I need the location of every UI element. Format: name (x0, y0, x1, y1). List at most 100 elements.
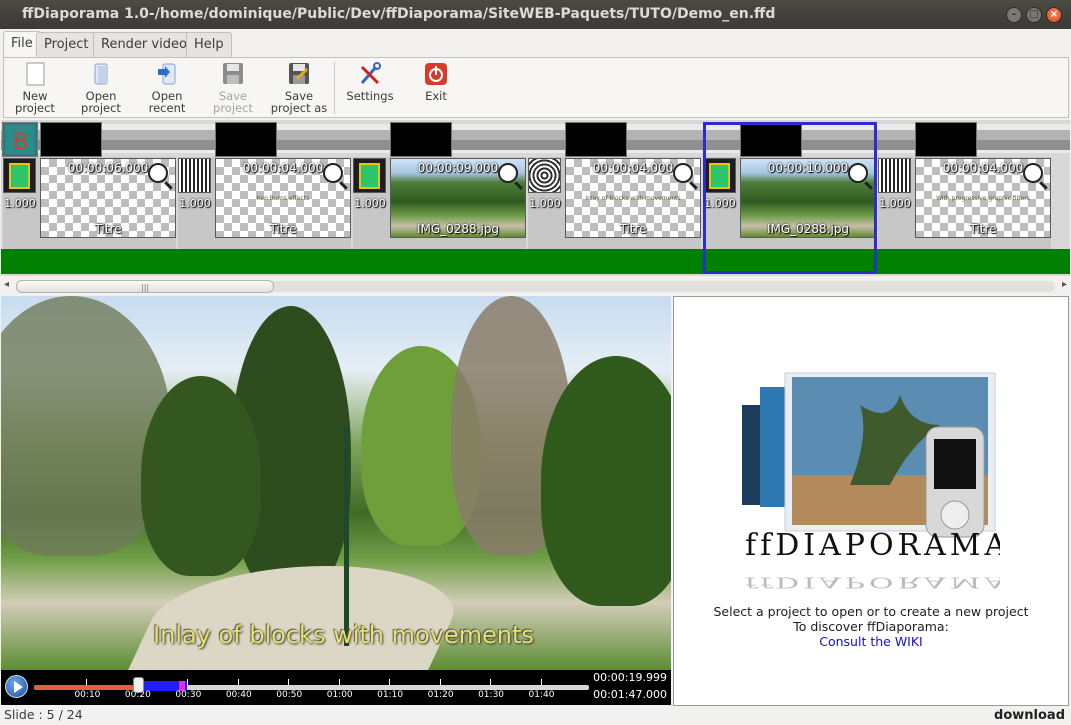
settings-label: Settings (346, 89, 394, 103)
music-cell[interactable] (215, 122, 277, 157)
zoom-icon[interactable] (323, 163, 343, 183)
seek-tick (389, 679, 391, 685)
svg-text:ffDIAPORAMA: ffDIAPORAMA (745, 528, 1000, 563)
new-document-icon (23, 61, 47, 87)
maximize-icon: □ (1029, 9, 1039, 20)
open-recent-label: Open recent (148, 89, 186, 115)
preview-caption: Inlay of blocks with movements (153, 621, 534, 649)
zoom-icon[interactable] (498, 163, 518, 183)
transition-duration: 1.000 (529, 197, 561, 210)
save-project-label: Save project (213, 89, 253, 115)
tools-icon (358, 61, 382, 87)
selected-slide-frame (703, 122, 877, 274)
seek-tick-label: 01:00 (326, 690, 353, 700)
transition-thumbnail[interactable] (178, 158, 211, 193)
new-project-button[interactable]: New project (2, 61, 68, 114)
transition-duration: 1.000 (879, 197, 911, 210)
maximize-button[interactable]: □ (1026, 7, 1042, 23)
slide-name: IMG_0288.jpg (416, 222, 500, 236)
scroll-left-icon[interactable]: ◂ (4, 279, 9, 290)
zoom-icon[interactable] (673, 163, 693, 183)
open-recent-button[interactable]: Open recent (134, 61, 200, 114)
close-button[interactable]: × (1046, 7, 1062, 23)
save-project-as-button[interactable]: Save project as (266, 61, 332, 114)
seek-tick-label: 01:40 (528, 690, 555, 700)
open-recent-icon (155, 61, 179, 87)
project-logo-cell[interactable]: B (2, 122, 38, 157)
park-path (125, 566, 477, 670)
slide-thumbnail[interactable]: 00:00:04.000 Inlay of blocks with movemen… (565, 158, 701, 238)
tree-shape (141, 376, 261, 576)
zoom-icon[interactable] (148, 163, 168, 183)
save-as-icon (287, 61, 311, 87)
seek-tick-label: 01:30 (478, 690, 505, 700)
music-cell[interactable] (565, 122, 627, 157)
slide-thumbnail[interactable]: 00:00:04.000 With progressive graphic fil… (915, 158, 1051, 238)
transition-arrow-icon (359, 163, 380, 189)
watermark: download (994, 708, 1065, 723)
sound-track-bar (1, 249, 1070, 274)
svg-text:ffDIAPORAMA: ffDIAPORAMA (745, 574, 1000, 592)
svg-text:B: B (13, 130, 28, 155)
save-project-as-label: Save project as (270, 89, 328, 115)
exit-button[interactable]: Exit (403, 61, 469, 102)
music-cell[interactable] (915, 122, 977, 157)
tab-project[interactable]: Project (36, 32, 97, 57)
seek-tick (540, 679, 542, 685)
minimize-button[interactable]: - (1006, 7, 1022, 23)
player-controls: 00:10 00:20 00:30 00:40 00:50 01:00 01:10 01:20… (1, 670, 671, 705)
slide-subtitle: Inlay of blocks with movements (585, 195, 681, 202)
transition-arrow-icon (9, 163, 30, 189)
slide-name: Titre (94, 222, 122, 236)
music-cell[interactable] (390, 122, 452, 157)
slide-subtitle: With progressive graphic filters (936, 195, 1030, 202)
slide-counter: Slide : 5 / 24 (4, 707, 83, 722)
seek-tick-label: 00:10 (74, 690, 101, 700)
ffdiaporama-logo: ffDIAPORAMA ffDIAPORAMA ffDiaporama (740, 365, 1006, 605)
lamp-post (344, 426, 349, 646)
project-icon: B (5, 125, 35, 155)
transition-thumbnail[interactable] (528, 158, 561, 193)
seek-tick-label: 01:10 (377, 690, 404, 700)
scroll-thumb[interactable]: ||| (16, 280, 274, 293)
window-title: ffDiaporama 1.0-/home/dominique/Public/D… (22, 6, 776, 22)
status-bar: Slide : 5 / 24 download (0, 706, 1071, 725)
slide-thumbnail[interactable]: 00:00:09.000 IMG_0288.jpg (390, 158, 526, 238)
music-cell[interactable] (40, 122, 102, 157)
timeline[interactable]: B 1.000 00:00:06.000 Titre 1.000 00:00:04.00… (1, 120, 1070, 276)
seek-tick (288, 679, 290, 685)
transition-thumbnail[interactable] (3, 158, 36, 193)
seek-tick (338, 679, 340, 685)
total-time: 00:01:47.000 (593, 688, 667, 701)
slide-thumbnail[interactable]: 00:00:06.000 Titre (40, 158, 176, 238)
info-line-2: To discover ffDiaporama: (793, 619, 949, 634)
timeline-scrollbar[interactable]: ◂ ||| ▸ (2, 278, 1069, 295)
slide-name: Titre (269, 222, 297, 236)
play-button[interactable] (5, 675, 28, 698)
seek-tick-label: 01:20 (427, 690, 454, 700)
info-panel: ffDIAPORAMA ffDIAPORAMA ffDiaporama Sele… (673, 296, 1069, 706)
zoom-icon[interactable] (1023, 163, 1043, 183)
wiki-link[interactable]: Consult the WIKI (674, 634, 1068, 649)
preview-image: Inlay of blocks with movements (1, 296, 671, 670)
transition-thumbnail[interactable] (353, 158, 386, 193)
seek-tick-label: 00:50 (276, 690, 303, 700)
transition-thumbnail[interactable] (878, 158, 911, 193)
scroll-right-icon[interactable]: ▸ (1062, 279, 1067, 290)
open-project-label: Open project (81, 89, 121, 115)
slide-thumbnail[interactable]: 00:00:04.000 Ken Burns effects Titre (215, 158, 351, 238)
open-project-button[interactable]: Open project (68, 61, 134, 114)
tab-help[interactable]: Help (186, 32, 232, 57)
tab-render-video[interactable]: Render video (93, 32, 195, 57)
seek-tick (86, 679, 88, 685)
slide-subtitle: Ken Burns effects (256, 195, 310, 202)
exit-label: Exit (425, 89, 447, 103)
transition-duration: 1.000 (4, 197, 36, 210)
seek-handle[interactable] (132, 677, 144, 693)
save-project-button[interactable]: Save project (200, 61, 266, 114)
info-line-1: Select a project to open or to create a … (713, 604, 1029, 619)
settings-button[interactable]: Settings (337, 61, 403, 102)
close-icon: × (1049, 9, 1059, 20)
seek-tick (439, 679, 441, 685)
title-bar: ffDiaporama 1.0-/home/dominique/Public/D… (0, 0, 1071, 29)
